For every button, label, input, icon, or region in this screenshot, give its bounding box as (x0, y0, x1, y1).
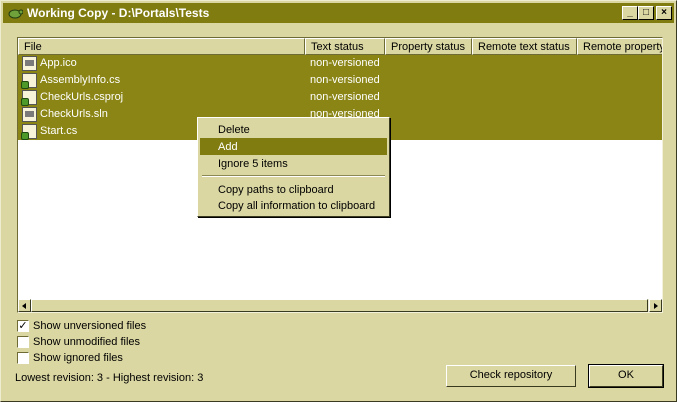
column-text-status[interactable]: Text status (305, 38, 385, 55)
table-row[interactable]: AssemblyInfo.cs non-versioned (18, 72, 662, 89)
horizontal-scrollbar[interactable] (18, 299, 662, 312)
table-row[interactable]: CheckUrls.csproj non-versioned (18, 89, 662, 106)
column-remote-text-status[interactable]: Remote text status (472, 38, 577, 55)
scroll-right-button[interactable] (649, 299, 662, 312)
menu-separator (202, 175, 385, 177)
arrow-left-icon (22, 303, 26, 309)
tortoise-app-icon (8, 9, 23, 19)
minimize-button[interactable]: _ (622, 6, 638, 20)
file-icon (21, 73, 37, 89)
checkbox-checked[interactable]: ✓ (17, 320, 29, 332)
solution-file-icon (22, 107, 37, 122)
checkbox-label: Show unversioned files (33, 320, 147, 332)
text-status: non-versioned (310, 91, 380, 103)
table-row[interactable]: App.ico non-versioned (18, 55, 662, 72)
working-copy-window: Working Copy - D:\Portals\Tests _ □ × Fi… (0, 0, 677, 402)
scroll-thumb[interactable] (31, 299, 648, 312)
menu-item-copy-paths[interactable]: Copy paths to clipboard (200, 181, 387, 198)
menu-item-ignore[interactable]: Ignore 5 items (200, 155, 387, 172)
checkbox-label: Show unmodified files (33, 336, 141, 348)
arrow-right-icon (654, 303, 658, 309)
file-name: AssemblyInfo.cs (40, 74, 121, 86)
window-title: Working Copy - D:\Portals\Tests (27, 6, 210, 20)
revision-status: Lowest revision: 3 - Highest revision: 3 (15, 372, 204, 384)
file-name: CheckUrls.sln (40, 108, 108, 120)
checkbox-unchecked[interactable] (17, 352, 29, 364)
scroll-left-button[interactable] (18, 299, 31, 312)
checkbox-unchecked[interactable] (17, 336, 29, 348)
menu-item-add[interactable]: Add (200, 138, 387, 155)
maximize-button[interactable]: □ (638, 6, 654, 20)
file-name: App.ico (40, 57, 77, 69)
check-repository-button[interactable]: Check repository (446, 365, 576, 387)
file-name: Start.cs (40, 125, 78, 137)
close-button[interactable]: × (656, 6, 672, 20)
context-menu: Delete Add Ignore 5 items Copy paths to … (197, 117, 390, 217)
menu-item-copy-all-info[interactable]: Copy all information to clipboard (200, 197, 387, 214)
file-icon (21, 124, 37, 140)
list-header: File Text status Property status Remote … (18, 38, 662, 55)
column-property-status[interactable]: Property status (385, 38, 472, 55)
text-status: non-versioned (310, 74, 380, 86)
menu-item-delete[interactable]: Delete (200, 121, 387, 138)
column-file[interactable]: File (18, 38, 305, 55)
ok-button[interactable]: OK (588, 364, 664, 388)
file-icon (22, 56, 37, 71)
file-name: CheckUrls.csproj (40, 91, 124, 103)
project-file-icon (21, 90, 37, 106)
title-bar[interactable]: Working Copy - D:\Portals\Tests _ □ × (3, 3, 674, 23)
checkbox-label: Show ignored files (33, 352, 123, 364)
column-remote-property[interactable]: Remote property (577, 38, 662, 55)
text-status: non-versioned (310, 57, 380, 69)
